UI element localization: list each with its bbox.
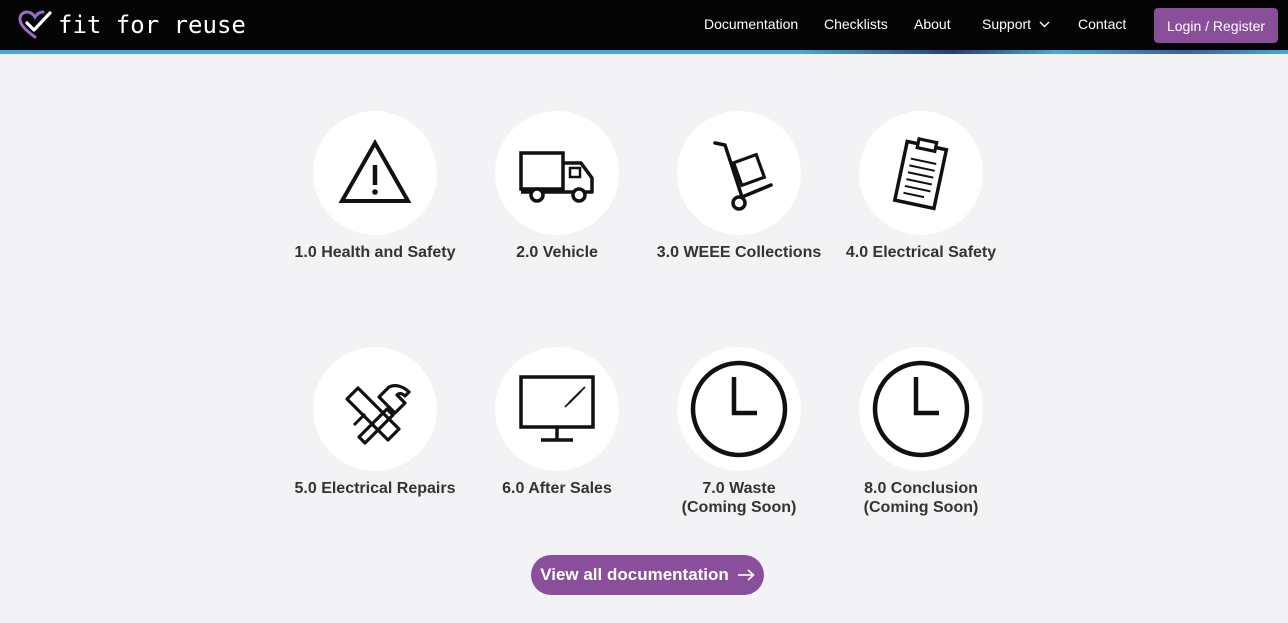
arrow-right-icon [737, 569, 755, 581]
nav-documentation[interactable]: Documentation [704, 16, 798, 32]
warning-triangle-icon [338, 138, 412, 203]
chevron-down-icon [1039, 21, 1050, 27]
hand-truck-icon [713, 141, 773, 211]
doc-tile-waste[interactable]: 7.0 Waste (Coming Soon) [648, 347, 830, 517]
truck-icon [519, 151, 594, 203]
doc-icon-circle [313, 111, 437, 235]
doc-tile-weee-collections[interactable]: 3.0 WEEE Collections [648, 111, 830, 262]
nav-support[interactable]: Support [982, 16, 1050, 32]
doc-tile-label: 4.0 Electrical Safety [845, 244, 997, 261]
doc-icon-circle [313, 347, 437, 471]
doc-tile-label: 2.0 Vehicle [516, 244, 598, 261]
doc-tile-health-safety[interactable]: 1.0 Health and Safety [284, 111, 466, 262]
doc-icon-circle [859, 347, 983, 471]
clock-icon [690, 360, 788, 458]
nav-contact[interactable]: Contact [1078, 16, 1126, 32]
doc-tile-vehicle[interactable]: 2.0 Vehicle [466, 111, 648, 262]
view-all-documentation-button[interactable]: View all documentation [531, 555, 764, 595]
nav-support-label: Support [982, 16, 1032, 32]
view-all-label: View all documentation [540, 565, 729, 584]
doc-icon-circle [677, 347, 801, 471]
navbar-accent-stripe [0, 50, 1288, 54]
doc-tile-label: 8.0 Conclusion (Coming Soon) [863, 480, 979, 516]
nav-about[interactable]: About [914, 16, 951, 32]
nav-checklists[interactable]: Checklists [824, 16, 888, 32]
top-navbar: fit for reuse Documentation Checklists A… [0, 0, 1288, 50]
logo-text: fit for reuse [58, 11, 246, 39]
doc-tile-label: 7.0 Waste (Coming Soon) [681, 480, 797, 516]
login-register-button[interactable]: Login / Register [1154, 8, 1278, 43]
doc-icon-circle [859, 111, 983, 235]
doc-tile-label: 3.0 WEEE Collections [656, 244, 822, 261]
doc-tile-electrical-repairs[interactable]: 5.0 Electrical Repairs [284, 347, 466, 498]
doc-tile-label: 5.0 Electrical Repairs [294, 480, 456, 497]
doc-icon-circle [677, 111, 801, 235]
doc-tile-after-sales[interactable]: 6.0 After Sales [466, 347, 648, 498]
doc-tile-label: 6.0 After Sales [502, 480, 612, 497]
clock-icon [872, 360, 970, 458]
heart-check-logo-icon [18, 10, 52, 39]
monitor-icon [519, 375, 595, 442]
doc-tile-conclusion[interactable]: 8.0 Conclusion (Coming Soon) [830, 347, 1012, 517]
doc-tile-label: 1.0 Health and Safety [294, 244, 456, 261]
hammer-icon [345, 384, 411, 445]
logo[interactable]: fit for reuse [18, 10, 246, 40]
clipboard-icon [892, 136, 949, 211]
doc-icon-circle [495, 111, 619, 235]
doc-icon-circle [495, 347, 619, 471]
doc-tile-electrical-safety[interactable]: 4.0 Electrical Safety [830, 111, 1012, 262]
